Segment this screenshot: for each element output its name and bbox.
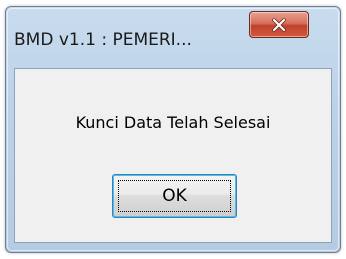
ok-button[interactable]: OK	[112, 174, 237, 218]
close-icon	[272, 18, 286, 31]
message-box-window: BMD v1.1 : PEMERI... Kunci Data Telah Se…	[5, 6, 341, 253]
close-button[interactable]	[249, 11, 309, 38]
message-text: Kunci Data Telah Selesai	[75, 113, 271, 132]
window-title: BMD v1.1 : PEMERI...	[14, 30, 192, 50]
title-bar[interactable]: BMD v1.1 : PEMERI...	[6, 7, 340, 67]
ok-button-label: OK	[162, 186, 187, 206]
dialog-body: Kunci Data Telah Selesai OK	[14, 68, 332, 243]
